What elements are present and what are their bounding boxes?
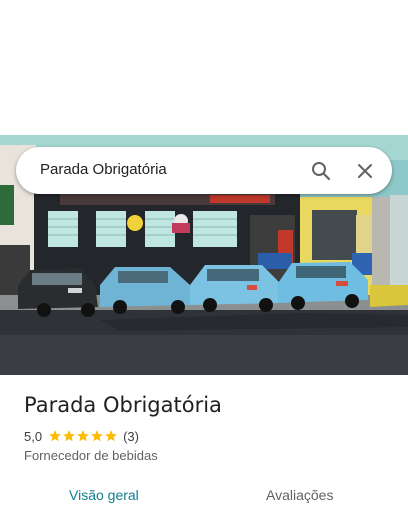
star-icon [49, 430, 61, 442]
search-icon[interactable] [309, 159, 333, 183]
tab-reviews[interactable]: Avaliações [266, 487, 333, 503]
rating-value: 5,0 [24, 428, 43, 444]
star-icon [77, 430, 89, 442]
review-count[interactable]: (3) [123, 429, 139, 444]
search-input[interactable]: Parada Obrigatória [40, 161, 167, 178]
star-rating [48, 429, 118, 443]
star-icon [63, 430, 75, 442]
star-icon [91, 430, 103, 442]
close-icon[interactable] [353, 159, 377, 183]
place-title: Parada Obrigatória [24, 393, 222, 417]
place-category: Fornecedor de bebidas [24, 448, 158, 463]
star-icon [105, 430, 117, 442]
rating-row[interactable]: 5,0 (3) [24, 427, 139, 445]
search-bar[interactable]: Parada Obrigatória [16, 147, 392, 194]
tab-overview[interactable]: Visão geral [69, 487, 139, 503]
